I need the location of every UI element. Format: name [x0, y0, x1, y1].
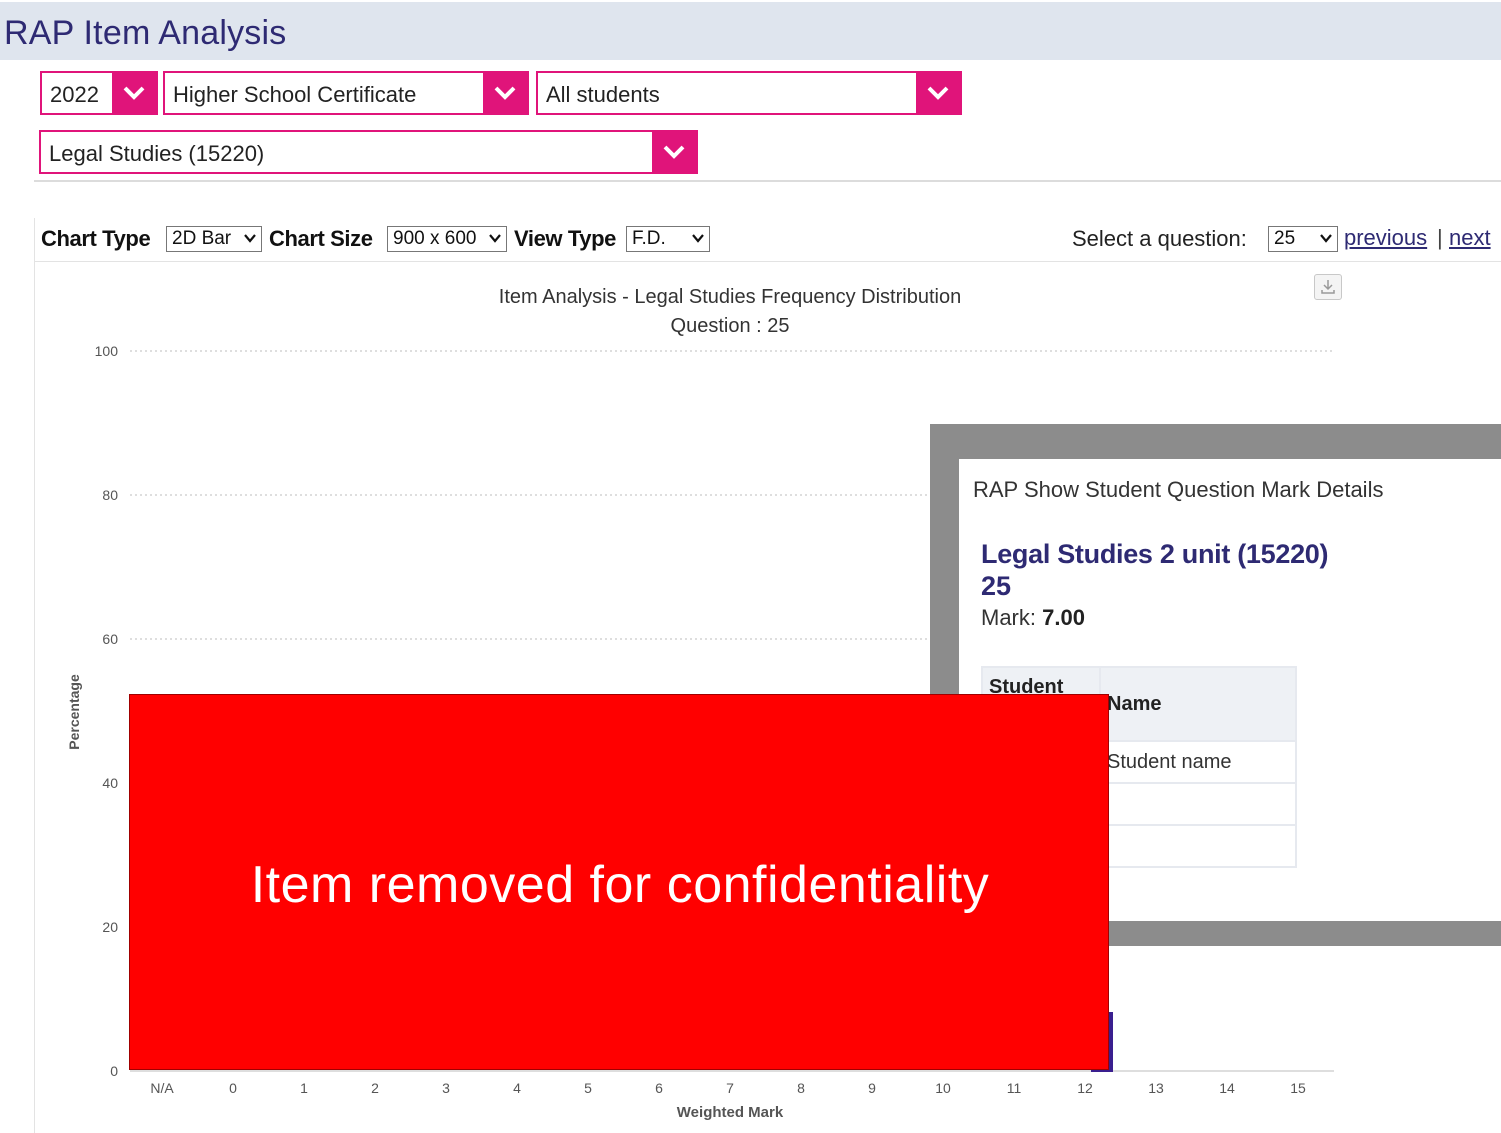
- x-tick-label: 12: [1077, 1080, 1093, 1096]
- redaction-block: Item removed for confidentiality: [129, 694, 1109, 1070]
- x-tick-label: 1: [300, 1080, 308, 1096]
- x-tick-label: 4: [513, 1080, 521, 1096]
- x-tick-label: 11: [1007, 1080, 1022, 1096]
- y-tick-label: 40: [102, 775, 118, 791]
- x-tick-label: 5: [584, 1080, 592, 1096]
- x-tick-label: 14: [1219, 1080, 1235, 1096]
- redaction-text: Item removed for confidentiality: [250, 856, 990, 914]
- x-tick-label: 6: [655, 1080, 663, 1096]
- x-axis-ticks: N/A 0 1 2 3 4 5 6 7 8 9 10 11 12 13 14 15: [150, 1080, 1306, 1096]
- y-tick-label: 100: [95, 343, 119, 359]
- y-tick-label: 60: [102, 631, 118, 647]
- table-cell: Student name: [1099, 740, 1297, 784]
- mark-value: 7.00: [1042, 605, 1085, 630]
- x-axis-label: Weighted Mark: [677, 1104, 784, 1121]
- x-tick-label: 0: [229, 1080, 237, 1096]
- popup-course: Legal Studies 2 unit (15220): [981, 539, 1329, 569]
- x-tick-label: 2: [371, 1080, 379, 1096]
- y-axis-label: Percentage: [66, 674, 82, 750]
- x-tick-label: 7: [726, 1080, 734, 1096]
- x-tick-label: 9: [868, 1080, 876, 1096]
- popup-question: 25: [981, 571, 1012, 601]
- x-tick-label: N/A: [150, 1080, 174, 1096]
- table-cell: [1099, 782, 1297, 826]
- table-cell: [1099, 824, 1297, 868]
- x-tick-label: 13: [1148, 1080, 1164, 1096]
- y-tick-label: 0: [110, 1063, 118, 1079]
- column-header-name[interactable]: Name: [1099, 666, 1297, 742]
- y-axis-ticks: 0 20 40 60 80 100: [95, 343, 119, 1079]
- x-tick-label: 3: [442, 1080, 450, 1096]
- popup-title: RAP Show Student Question Mark Details: [973, 477, 1384, 502]
- x-tick-label: 15: [1290, 1080, 1306, 1096]
- x-tick-label: 10: [935, 1080, 951, 1096]
- popup-mark: Mark: 7.00: [981, 605, 1085, 631]
- mark-label: Mark:: [981, 605, 1036, 630]
- y-tick-label: 80: [102, 487, 118, 503]
- y-tick-label: 20: [102, 919, 118, 935]
- x-tick-label: 8: [797, 1080, 805, 1096]
